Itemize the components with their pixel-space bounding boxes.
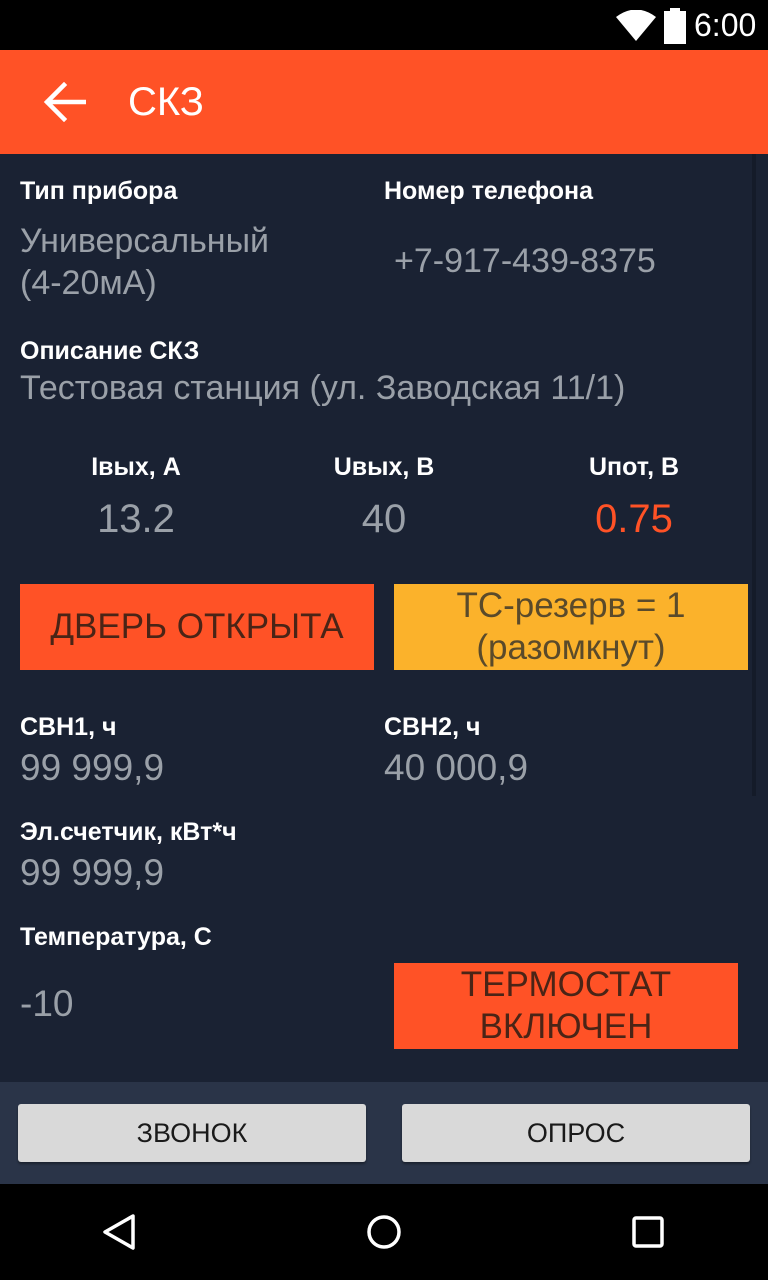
device-type-value-line2: (4-20мА) bbox=[20, 264, 157, 302]
current-out-value: 13.2 bbox=[97, 497, 175, 541]
voltage-out-value: 40 bbox=[361, 497, 407, 541]
battery-icon bbox=[664, 8, 686, 44]
meter-value: 99 999,9 bbox=[20, 852, 165, 893]
description-label: Описание СКЗ bbox=[20, 337, 200, 365]
poll-button[interactable]: ОПРОС bbox=[402, 1104, 750, 1162]
device-type-value-line1: Универсальный bbox=[20, 222, 270, 260]
navigation-bar bbox=[0, 1184, 768, 1280]
potential-value: 0.75 bbox=[595, 497, 673, 541]
back-triangle-icon[interactable] bbox=[96, 1208, 144, 1256]
device-type-label: Тип прибора bbox=[20, 177, 178, 205]
scroll-indicator[interactable] bbox=[752, 154, 756, 796]
thermostat-line2: ВКЛЮЧЕН bbox=[479, 1007, 653, 1046]
tc-reserve-alert: ТС-резерв = 1 (разомкнут) bbox=[394, 584, 748, 670]
wifi-icon bbox=[616, 10, 656, 41]
app-bar: СКЗ bbox=[0, 50, 768, 154]
temperature-value: -10 bbox=[20, 983, 74, 1024]
action-panel: ЗВОНОК ОПРОС bbox=[0, 1082, 768, 1184]
clock: 6:00 bbox=[694, 7, 757, 43]
potential-label: Uпот, В bbox=[588, 453, 680, 481]
door-open-text: ДВЕРЬ ОТКРЫТА bbox=[50, 607, 344, 646]
tc-reserve-line2: (разомкнут) bbox=[476, 628, 666, 667]
voltage-out-label: Uвых, В bbox=[333, 453, 435, 481]
door-open-alert: ДВЕРЬ ОТКРЫТА bbox=[20, 584, 374, 670]
home-circle-icon[interactable] bbox=[360, 1208, 408, 1256]
page-title: СКЗ bbox=[128, 80, 204, 124]
recents-square-icon[interactable] bbox=[624, 1208, 672, 1256]
current-out-label: Iвых, А bbox=[91, 453, 181, 481]
svn1-label: СВН1, ч bbox=[20, 713, 117, 741]
svn1-value: 99 999,9 bbox=[20, 747, 165, 788]
meter-label: Эл.счетчик, кВт*ч bbox=[20, 818, 237, 846]
call-button[interactable]: ЗВОНОК bbox=[18, 1104, 366, 1162]
call-button-label: ЗВОНОК bbox=[136, 1117, 248, 1148]
status-bar: 6:00 bbox=[0, 0, 768, 50]
thermostat-line1: ТЕРМОСТАТ bbox=[460, 965, 672, 1004]
svn2-value: 40 000,9 bbox=[384, 747, 529, 788]
thermostat-alert: ТЕРМОСТАТ ВКЛЮЧЕН bbox=[394, 963, 738, 1049]
tc-reserve-line1: ТС-резерв = 1 bbox=[456, 586, 686, 625]
poll-button-label: ОПРОС bbox=[526, 1117, 626, 1148]
back-button[interactable] bbox=[36, 78, 92, 126]
description-value: Тестовая станция (ул. Заводская 11/1) bbox=[20, 369, 626, 407]
temperature-label: Температура, С bbox=[20, 923, 212, 951]
svn2-label: СВН2, ч bbox=[384, 713, 481, 741]
phone-value: +7-917-439-8375 bbox=[394, 242, 656, 280]
phone-label: Номер телефона bbox=[384, 177, 594, 205]
arrow-back-icon bbox=[43, 82, 86, 122]
